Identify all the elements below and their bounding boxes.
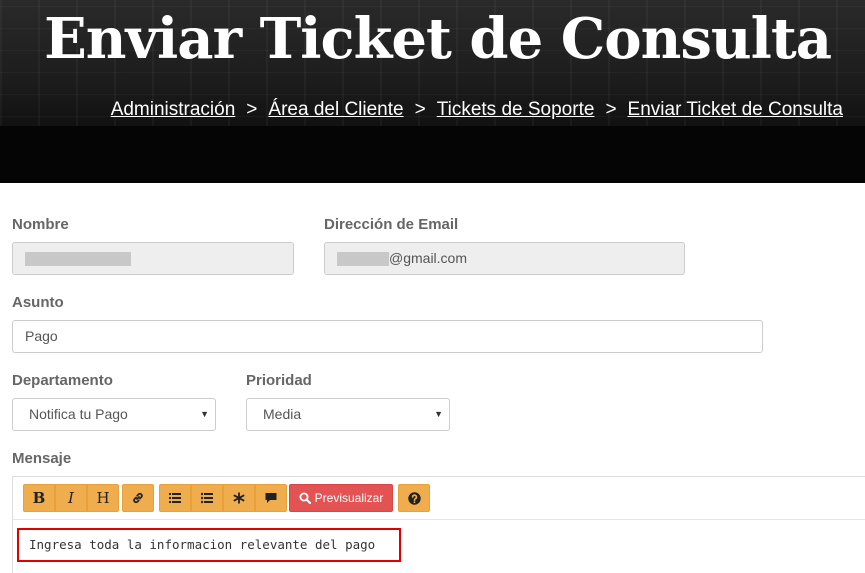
breadcrumb-separator: > bbox=[414, 99, 426, 120]
page-header: Enviar Ticket de Consulta Administración… bbox=[0, 0, 865, 183]
link-button[interactable] bbox=[122, 484, 154, 512]
name-label: Nombre bbox=[12, 216, 69, 233]
priority-select[interactable]: Media ▼ bbox=[246, 398, 450, 431]
redacted-email bbox=[337, 252, 389, 267]
quote-button[interactable] bbox=[255, 484, 287, 512]
link-button-group bbox=[122, 484, 154, 512]
chevron-down-icon: ▼ bbox=[200, 409, 209, 419]
page-title: Enviar Ticket de Consulta bbox=[44, 6, 832, 72]
redacted-name bbox=[25, 252, 131, 267]
priority-value: Media bbox=[263, 406, 302, 422]
header-band bbox=[0, 126, 865, 183]
email-label: Dirección de Email bbox=[324, 216, 459, 233]
email-value: @gmail.com bbox=[389, 250, 468, 266]
bold-icon: B bbox=[32, 489, 46, 507]
heading-button[interactable]: H bbox=[87, 484, 119, 512]
markdown-editor: B I H Previsualizar Ingresa toda la info… bbox=[12, 476, 865, 573]
breadcrumb-item-administracion[interactable]: Administración bbox=[111, 99, 236, 120]
code-icon bbox=[233, 492, 245, 504]
format-button-group: B I H bbox=[23, 484, 119, 512]
unordered-list-icon bbox=[201, 492, 213, 504]
code-button[interactable] bbox=[223, 484, 255, 512]
chevron-down-icon: ▼ bbox=[434, 409, 443, 419]
link-icon bbox=[133, 492, 143, 504]
ordered-list-button[interactable] bbox=[159, 484, 191, 512]
list-button-group bbox=[159, 484, 287, 512]
preview-button[interactable]: Previsualizar bbox=[289, 484, 393, 512]
breadcrumb-separator: > bbox=[605, 99, 617, 120]
breadcrumb-separator: > bbox=[246, 99, 258, 120]
editor-toolbar: B I H Previsualizar bbox=[13, 477, 865, 520]
italic-icon: I bbox=[68, 489, 74, 507]
help-button[interactable] bbox=[398, 484, 430, 512]
search-icon bbox=[299, 492, 311, 504]
help-icon bbox=[407, 491, 421, 505]
ordered-list-icon bbox=[169, 493, 181, 503]
subject-label: Asunto bbox=[12, 294, 64, 311]
breadcrumb-item-enviar-ticket[interactable]: Enviar Ticket de Consulta bbox=[628, 99, 843, 120]
email-field: @gmail.com bbox=[324, 242, 685, 275]
unordered-list-button[interactable] bbox=[191, 484, 223, 512]
breadcrumb-item-tickets-soporte[interactable]: Tickets de Soporte bbox=[437, 99, 595, 120]
priority-label: Prioridad bbox=[246, 372, 312, 389]
department-select[interactable]: Notifica tu Pago ▼ bbox=[12, 398, 216, 431]
quote-icon bbox=[265, 493, 277, 503]
heading-icon: H bbox=[96, 489, 110, 507]
preview-label: Previsualizar bbox=[314, 491, 384, 505]
breadcrumb: Administración > Área del Cliente > Tickets … bbox=[111, 99, 843, 121]
bold-button[interactable]: B bbox=[23, 484, 55, 512]
message-label: Mensaje bbox=[12, 450, 72, 467]
breadcrumb-item-area-cliente[interactable]: Área del Cliente bbox=[268, 99, 403, 120]
subject-input[interactable]: Pago bbox=[12, 320, 763, 353]
name-field bbox=[12, 242, 294, 275]
department-label: Departamento bbox=[12, 372, 113, 389]
department-value: Notifica tu Pago bbox=[29, 406, 128, 422]
message-textarea[interactable]: Ingresa toda la informacion relevante de… bbox=[17, 528, 401, 562]
italic-button[interactable]: I bbox=[55, 484, 87, 512]
